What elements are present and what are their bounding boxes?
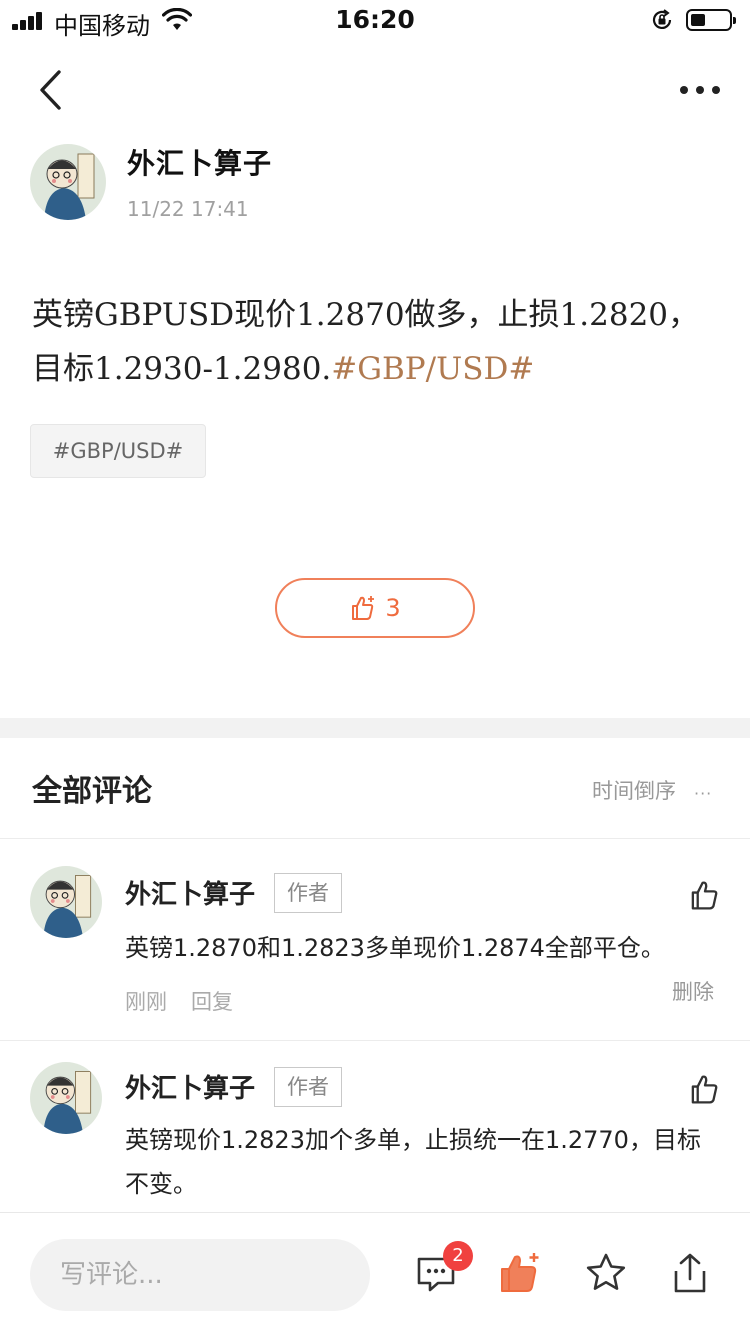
author-badge: 作者 bbox=[274, 1067, 342, 1107]
share-icon[interactable] bbox=[668, 1251, 712, 1295]
author-badge: 作者 bbox=[274, 873, 342, 913]
delete-button[interactable]: 删除 bbox=[672, 976, 714, 1006]
bottom-bar: 写评论... 2 bbox=[0, 1212, 750, 1334]
comment-author[interactable]: 外汇卜算子 bbox=[125, 1068, 255, 1105]
reply-button[interactable]: 回复 bbox=[191, 990, 233, 1014]
post-hashtag-link[interactable]: #GBP/USD# bbox=[331, 351, 534, 387]
comment-text: 英镑现价1.2823加个多单，止损统一在1.2770，目标不变。 bbox=[125, 1126, 701, 1198]
sort-toggle[interactable]: 时间倒序 bbox=[592, 775, 676, 805]
thumbs-up-icon[interactable] bbox=[498, 1251, 542, 1295]
comment-avatar[interactable] bbox=[30, 1062, 102, 1134]
like-count: 3 bbox=[385, 594, 401, 622]
comment-author[interactable]: 外汇卜算子 bbox=[125, 874, 255, 911]
avatar-illustration bbox=[43, 875, 92, 938]
topic-tag[interactable]: #GBP/USD# bbox=[30, 424, 206, 478]
star-icon[interactable] bbox=[584, 1251, 628, 1295]
clock: 16:20 bbox=[335, 5, 415, 34]
back-arrow-icon[interactable] bbox=[32, 66, 72, 114]
sort-more-icon[interactable]: ··· bbox=[694, 784, 712, 803]
divider bbox=[0, 1040, 750, 1041]
post-timestamp: 11/22 17:41 bbox=[127, 197, 249, 221]
avatar-illustration bbox=[43, 1071, 92, 1134]
comments-title: 全部评论 bbox=[32, 774, 152, 809]
post-body: 英镑GBPUSD现价1.2870做多，止损1.2820，目标1.2930-1.2… bbox=[32, 288, 722, 396]
comment-text: 英镑1.2870和1.2823多单现价1.2874全部平仓。 bbox=[125, 934, 665, 962]
avatar-illustration bbox=[44, 153, 95, 220]
section-divider bbox=[0, 718, 750, 738]
avatar[interactable] bbox=[30, 144, 106, 220]
comment-meta: 刚刚 回复 bbox=[125, 986, 257, 1016]
like-button[interactable]: 3 bbox=[275, 578, 475, 638]
battery-icon bbox=[686, 9, 736, 31]
comment-count-badge: 2 bbox=[443, 1241, 473, 1271]
author-name[interactable]: 外汇卜算子 bbox=[127, 142, 272, 182]
status-bar: 中国移动 16:20 bbox=[0, 0, 750, 40]
comment-avatar[interactable] bbox=[30, 866, 102, 938]
comment-input[interactable]: 写评论... bbox=[30, 1239, 370, 1311]
divider bbox=[0, 838, 750, 839]
thumbs-up-icon bbox=[352, 596, 375, 620]
more-icon[interactable] bbox=[670, 74, 726, 104]
comment-time: 刚刚 bbox=[125, 990, 167, 1014]
rotation-lock-icon bbox=[652, 9, 672, 29]
thumbs-up-icon[interactable] bbox=[688, 1072, 722, 1106]
thumbs-up-icon[interactable] bbox=[688, 878, 722, 912]
